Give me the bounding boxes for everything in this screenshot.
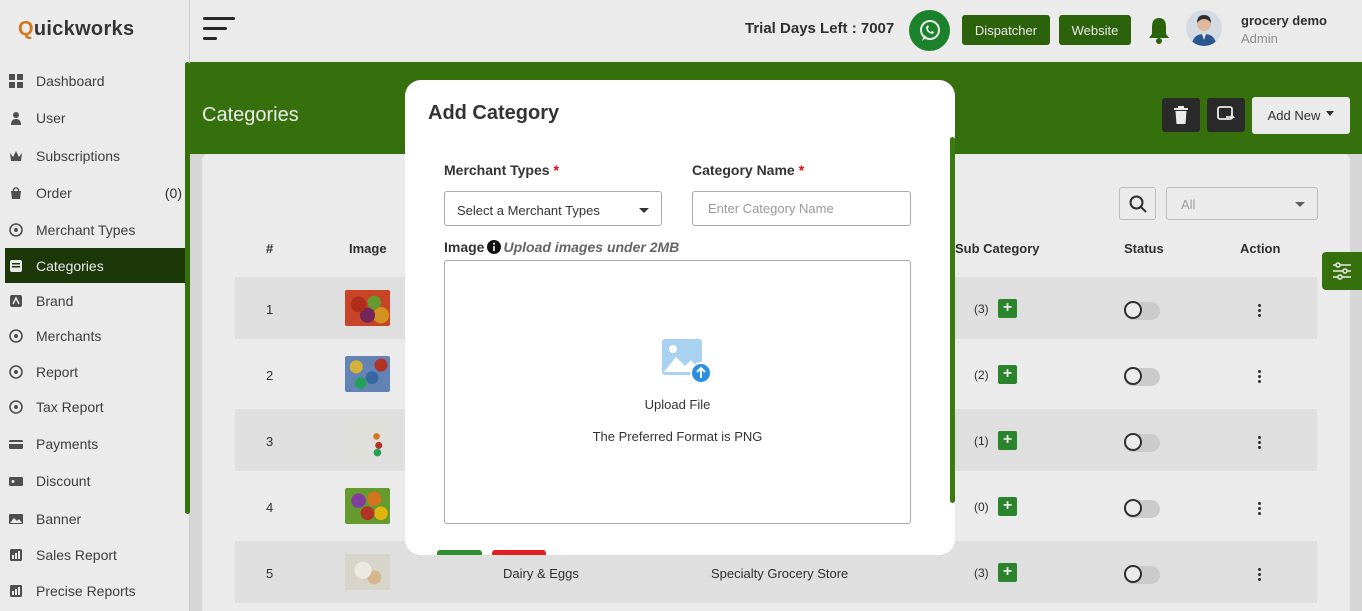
category-name-input[interactable] — [692, 191, 911, 226]
upload-format-hint: The Preferred Format is PNG — [592, 429, 763, 444]
save-button[interactable] — [437, 550, 482, 555]
add-category-modal: Add Category Merchant Types * Category Na… — [405, 80, 955, 555]
image-label: Image Upload images under 2MB — [444, 239, 679, 255]
image-label-text: Image — [444, 239, 485, 255]
modal-scrollbar[interactable] — [950, 137, 955, 503]
info-icon[interactable] — [487, 240, 502, 254]
upload-file-title: Upload File — [644, 397, 711, 412]
merchant-types-label-text: Merchant Types — [444, 162, 550, 178]
image-upload-icon — [661, 337, 713, 385]
merchant-types-value: Select a Merchant Types — [457, 203, 600, 218]
cancel-button[interactable] — [492, 550, 546, 555]
required-mark: * — [553, 162, 559, 178]
category-name-label: Category Name * — [692, 162, 804, 178]
image-upload-dropzone[interactable]: Upload File The Preferred Format is PNG — [444, 260, 911, 524]
merchant-types-label: Merchant Types * — [444, 162, 559, 178]
app-root: Quickworks Dashboard User Subscriptions … — [0, 0, 1362, 611]
image-size-hint: Upload images under 2MB — [503, 239, 680, 255]
merchant-types-select[interactable]: Select a Merchant Types — [444, 191, 662, 226]
chevron-down-icon — [639, 208, 649, 213]
required-mark: * — [798, 162, 805, 178]
modal-title: Add Category — [428, 102, 560, 124]
category-name-label-text: Category Name — [692, 162, 795, 178]
